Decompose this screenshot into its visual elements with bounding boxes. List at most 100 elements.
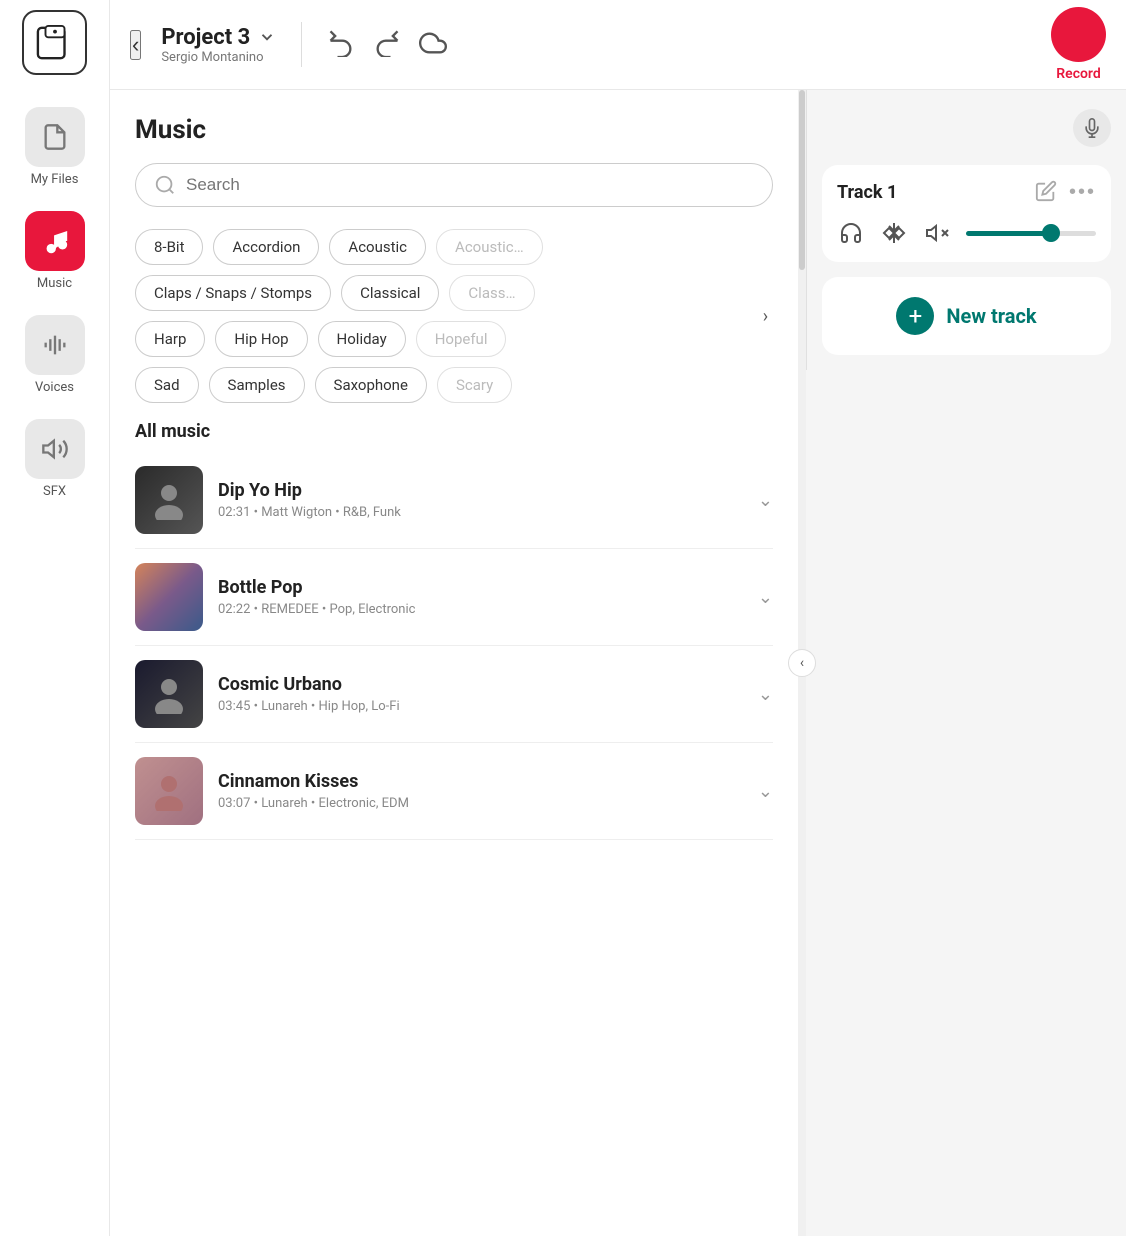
- project-info: Project 3 Sergio Montanino: [161, 25, 276, 65]
- header: ‹ Project 3 Sergio Montanino: [110, 0, 1126, 90]
- volume-slider[interactable]: [966, 231, 1096, 236]
- sidebar-item-label: Music: [37, 276, 72, 291]
- track-meta: 02:22 • REMEDEE • Pop, Electronic: [218, 602, 743, 617]
- track-card-header: Track 1 •••: [837, 180, 1096, 205]
- filter-row-4: Sad Samples Saxophone Scary: [135, 367, 773, 403]
- headphone-icon[interactable]: [837, 219, 865, 247]
- track-expand-icon[interactable]: ⌄: [758, 587, 773, 608]
- chip-hiphop[interactable]: Hip Hop: [215, 321, 307, 357]
- chip-classical[interactable]: Classical: [341, 275, 439, 311]
- undo-icon: [327, 29, 355, 57]
- mute-icon[interactable]: [923, 219, 951, 247]
- track-name: Dip Yo Hip: [218, 480, 743, 501]
- sidebar: My Files Music Voices: [0, 0, 110, 1236]
- track-item[interactable]: Cosmic Urbano 03:45 • Lunareh • Hip Hop,…: [135, 646, 773, 743]
- chip-sad[interactable]: Sad: [135, 367, 199, 403]
- search-box: [135, 163, 773, 207]
- freeze-icon[interactable]: [880, 219, 908, 247]
- track-item[interactable]: Dip Yo Hip 02:31 • Matt Wigton • R&B, Fu…: [135, 452, 773, 549]
- record-button[interactable]: Record: [1051, 7, 1106, 82]
- sidebar-item-music[interactable]: Music: [0, 199, 109, 303]
- chip-harp[interactable]: Harp: [135, 321, 205, 357]
- edit-track-button[interactable]: [1035, 180, 1057, 205]
- track-expand-icon[interactable]: ⌄: [758, 490, 773, 511]
- track-meta: 02:31 • Matt Wigton • R&B, Funk: [218, 505, 743, 520]
- chip-claps[interactable]: Claps / Snaps / Stomps: [135, 275, 331, 311]
- person-icon: [149, 674, 189, 714]
- record-dot: [1051, 7, 1106, 62]
- chip-hopeful[interactable]: Hopeful: [416, 321, 507, 357]
- redo-button[interactable]: [373, 29, 401, 60]
- collapse-panel-button[interactable]: ‹: [788, 649, 816, 677]
- track-thumbnail: [135, 660, 203, 728]
- new-track-button[interactable]: + New track: [822, 277, 1111, 355]
- chip-8bit[interactable]: 8-Bit: [135, 229, 203, 265]
- back-button[interactable]: ‹: [130, 30, 141, 60]
- more-options-button[interactable]: •••: [1069, 181, 1096, 204]
- sidebar-item-sfx[interactable]: SFX: [0, 407, 109, 511]
- chip-acoustic-guitar[interactable]: Acoustic…: [436, 229, 543, 265]
- header-actions: [327, 29, 447, 60]
- chip-saxophone[interactable]: Saxophone: [315, 367, 427, 403]
- microphone-icon: [1082, 118, 1102, 138]
- track-card: Track 1 •••: [822, 165, 1111, 262]
- microphone-button[interactable]: [1073, 109, 1111, 147]
- project-subtitle: Sergio Montanino: [161, 50, 276, 65]
- content-area: Music 8-Bit Accordion Acoustic Acoustic……: [110, 90, 1126, 1236]
- track-thumbnail: [135, 757, 203, 825]
- track-name: Cinnamon Kisses: [218, 771, 743, 792]
- chip-accordion[interactable]: Accordion: [213, 229, 319, 265]
- undo-button[interactable]: [327, 29, 355, 60]
- cloud-icon: [419, 29, 447, 57]
- all-music-title: All music: [135, 421, 773, 442]
- right-panel-topbar: [822, 105, 1111, 150]
- right-panel: Track 1 •••: [806, 90, 1126, 370]
- track-item[interactable]: Cinnamon Kisses 03:07 • Lunareh • Electr…: [135, 743, 773, 840]
- search-icon: [154, 174, 176, 196]
- volume-slider-container: [966, 231, 1096, 236]
- chip-samples[interactable]: Samples: [209, 367, 305, 403]
- record-label: Record: [1056, 66, 1100, 82]
- sidebar-item-my-files[interactable]: My Files: [0, 95, 109, 199]
- app-logo: [22, 10, 87, 75]
- track-card-actions: •••: [1035, 180, 1096, 205]
- scrollbar-thumb[interactable]: [799, 90, 805, 270]
- sidebar-item-label: My Files: [31, 172, 79, 187]
- sidebar-item-voices[interactable]: Voices: [0, 303, 109, 407]
- cloud-button[interactable]: [419, 29, 447, 60]
- track-meta: 03:07 • Lunareh • Electronic, EDM: [218, 796, 743, 811]
- sidebar-item-label: SFX: [43, 484, 66, 499]
- music-icon: [25, 211, 85, 271]
- music-panel-title: Music: [135, 115, 773, 145]
- new-track-label: New track: [946, 304, 1036, 328]
- chevron-down-icon: [258, 28, 276, 46]
- right-panel-wrapper: ‹ Track 1: [806, 90, 1126, 1236]
- person-icon: [149, 771, 189, 811]
- track-item[interactable]: Bottle Pop 02:22 • REMEDEE • Pop, Electr…: [135, 549, 773, 646]
- filter-row-3: Harp Hip Hop Holiday Hopeful: [135, 321, 773, 357]
- header-divider: [301, 22, 302, 67]
- track-expand-icon[interactable]: ⌄: [758, 781, 773, 802]
- edit-icon: [1035, 180, 1057, 202]
- waveform-icon: [25, 315, 85, 375]
- sidebar-item-label: Voices: [35, 380, 74, 395]
- search-input[interactable]: [186, 175, 754, 195]
- chip-holiday[interactable]: Holiday: [318, 321, 406, 357]
- music-panel: Music 8-Bit Accordion Acoustic Acoustic……: [110, 90, 798, 1236]
- track-list: Dip Yo Hip 02:31 • Matt Wigton • R&B, Fu…: [135, 452, 773, 840]
- chip-classic-rock[interactable]: Class…: [449, 275, 534, 311]
- project-title-group: Project 3: [161, 25, 276, 50]
- track-thumbnail: [135, 563, 203, 631]
- track-name: Cosmic Urbano: [218, 674, 743, 695]
- volume-thumb[interactable]: [1042, 224, 1060, 242]
- track-expand-icon[interactable]: ⌄: [758, 684, 773, 705]
- main-area: ‹ Project 3 Sergio Montanino: [110, 0, 1126, 1236]
- filter-section: 8-Bit Accordion Acoustic Acoustic… › Cla…: [135, 229, 773, 403]
- chip-acoustic[interactable]: Acoustic: [329, 229, 426, 265]
- sfx-icon: [25, 419, 85, 479]
- chip-scary[interactable]: Scary: [437, 367, 512, 403]
- track-meta: 03:45 • Lunareh • Hip Hop, Lo-Fi: [218, 699, 743, 714]
- project-title: Project 3: [161, 25, 250, 50]
- new-track-plus-icon: +: [896, 297, 934, 335]
- redo-icon: [373, 29, 401, 57]
